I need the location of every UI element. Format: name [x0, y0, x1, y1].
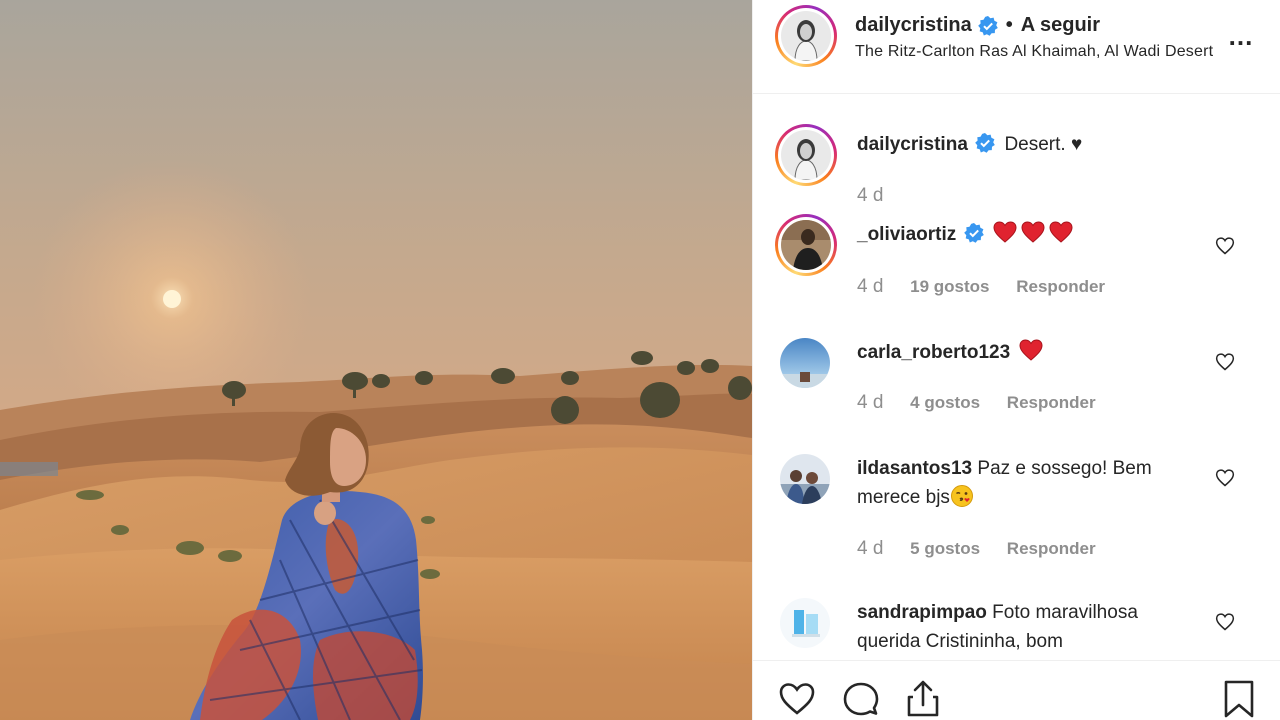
comment-bubble-icon[interactable]	[841, 679, 881, 719]
heart-outline-icon[interactable]	[777, 679, 817, 719]
comment-avatar	[781, 220, 831, 270]
comment-username[interactable]: carla_roberto123	[857, 342, 1010, 363]
comment-item: sandrapimpao Foto maravilhosa querida Cr…	[753, 592, 1280, 660]
comment-likes[interactable]: 4 gostos	[910, 393, 980, 412]
caption-text-row: dailycristina Desert. ♥	[857, 130, 1197, 159]
caption-username[interactable]: dailycristina	[857, 134, 968, 155]
post-caption: dailycristina Desert. ♥ 4 d	[753, 124, 1280, 214]
comment-username[interactable]: sandrapimpao	[857, 602, 987, 623]
more-options-icon[interactable]: ...	[1225, 20, 1257, 52]
comment-item: _oliviaortiz 4 d 19 gostos Responder	[753, 214, 1280, 314]
post-action-bar	[753, 660, 1280, 720]
comment-like-heart-icon[interactable]	[1215, 468, 1235, 488]
post-side-panel: dailycristina • A seguir The Ritz-Carlto…	[752, 0, 1280, 720]
red-heart-emoji-icon	[1019, 339, 1043, 361]
share-icon[interactable]	[903, 679, 943, 719]
author-username[interactable]: dailycristina	[855, 14, 972, 37]
comment-like-heart-icon[interactable]	[1215, 612, 1235, 632]
comment-item: carla_roberto123 4 d 4 gostos Responder	[753, 330, 1280, 430]
comment-avatar[interactable]	[780, 598, 830, 648]
verified-badge-icon	[963, 223, 984, 243]
comment-text-row: ildasantos13 Paz e sossego! Bem merece b…	[857, 454, 1197, 512]
comment-username[interactable]: _oliviaortiz	[857, 224, 956, 245]
comment-username[interactable]: ildasantos13	[857, 458, 972, 479]
follow-separator: •	[1005, 14, 1013, 36]
reply-button[interactable]: Responder	[1016, 277, 1105, 296]
red-heart-emoji-icon	[1021, 221, 1045, 243]
verified-badge-icon	[977, 15, 998, 36]
comment-item: ildasantos13 Paz e sossego! Bem merece b…	[753, 446, 1280, 574]
caption-meta: 4 d	[857, 185, 905, 207]
comment-text-row: sandrapimpao Foto maravilhosa querida Cr…	[857, 598, 1197, 656]
red-heart-emoji-icon	[993, 221, 1017, 243]
post-photo[interactable]	[0, 0, 752, 720]
caption-text: Desert. ♥	[1004, 134, 1083, 155]
post-location[interactable]: The Ritz-Carlton Ras Al Khaimah, Al Wadi…	[855, 43, 1251, 61]
reply-button[interactable]: Responder	[1007, 539, 1096, 558]
comment-likes[interactable]: 5 gostos	[910, 539, 980, 558]
caption-avatar-ring[interactable]	[775, 124, 837, 186]
caption-avatar	[781, 130, 831, 180]
following-button[interactable]: A seguir	[1021, 14, 1100, 37]
comment-text-row: _oliviaortiz	[857, 220, 1197, 249]
author-avatar-ring[interactable]	[775, 5, 837, 67]
post-header: dailycristina • A seguir The Ritz-Carlto…	[753, 0, 1280, 94]
comment-text-row: carla_roberto123	[857, 338, 1197, 367]
desert-sunset-photo	[0, 0, 752, 720]
comment-avatar[interactable]	[780, 454, 830, 504]
reply-button[interactable]: Responder	[1007, 393, 1096, 412]
comment-time[interactable]: 4 d	[857, 276, 883, 297]
face-blowing-kiss-emoji-icon	[950, 484, 974, 508]
red-heart-emoji-icon	[1049, 221, 1073, 243]
comment-time[interactable]: 4 d	[857, 538, 883, 559]
bookmark-icon[interactable]	[1219, 679, 1259, 719]
comment-meta: 4 d 19 gostos Responder	[857, 276, 1127, 298]
comment-avatar[interactable]	[780, 338, 830, 388]
caption-time[interactable]: 4 d	[857, 185, 883, 206]
author-avatar	[781, 11, 831, 61]
comment-like-heart-icon[interactable]	[1215, 236, 1235, 256]
verified-badge-icon	[975, 133, 995, 153]
comment-time[interactable]: 4 d	[857, 392, 883, 413]
comment-meta: 4 d 4 gostos Responder	[857, 392, 1118, 414]
comment-likes[interactable]: 19 gostos	[910, 277, 989, 296]
comment-avatar-ring[interactable]	[775, 214, 837, 276]
comment-meta: 4 d 5 gostos Responder	[857, 538, 1118, 560]
comment-like-heart-icon[interactable]	[1215, 352, 1235, 372]
author-name-row: dailycristina • A seguir	[855, 14, 1100, 37]
